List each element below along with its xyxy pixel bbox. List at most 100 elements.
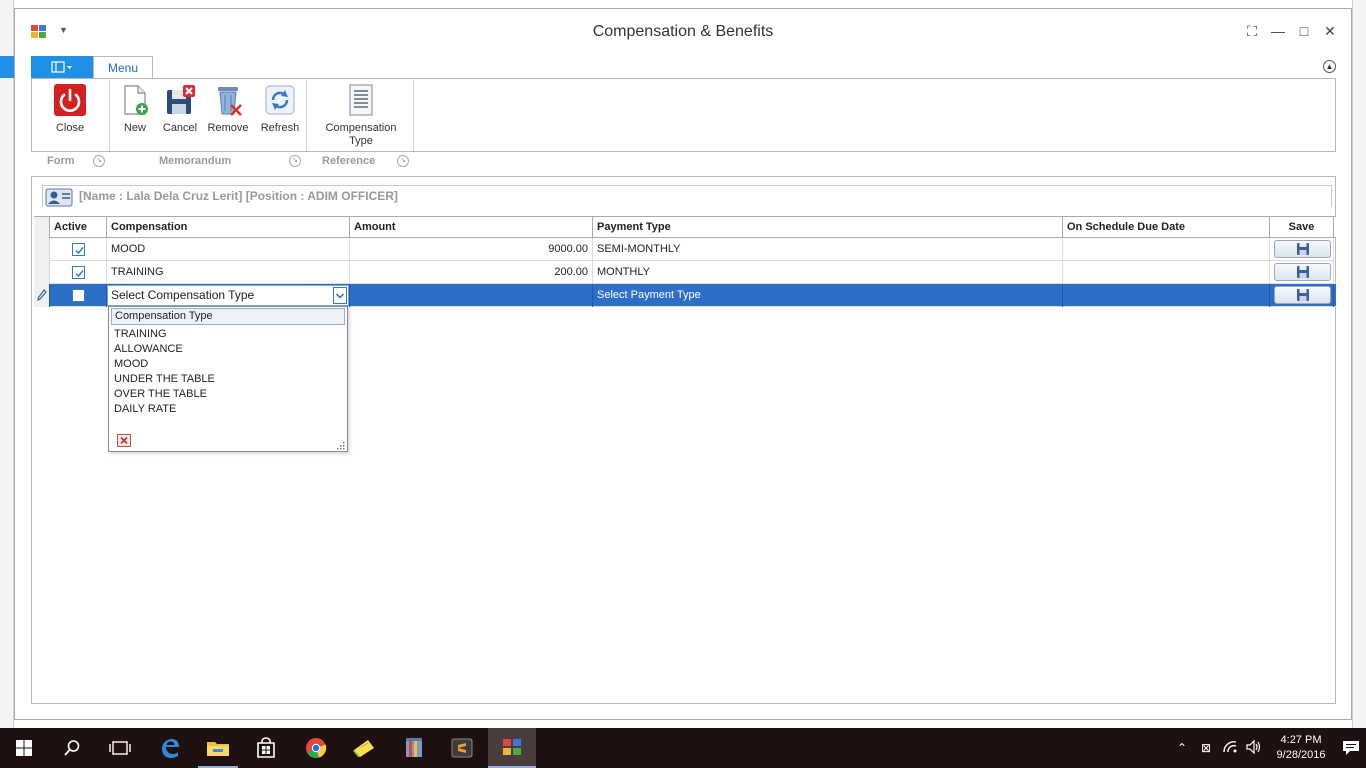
close-button[interactable]: Close <box>46 83 94 135</box>
table-row[interactable]: TRAINING 200.00 MONTHLY <box>34 261 1336 284</box>
active-checkbox[interactable] <box>72 265 85 279</box>
ribbon-group-form: Close <box>32 79 110 151</box>
task-view-button[interactable] <box>96 728 144 768</box>
due-date-cell[interactable] <box>1063 284 1270 307</box>
ribbon-group-labels: Form ↘ Memorandum ↘ Reference ↘ <box>31 153 631 171</box>
maximize-button[interactable]: □ <box>1297 23 1311 39</box>
search-button[interactable] <box>48 728 96 768</box>
table-row[interactable]: MOOD 9000.00 SEMI-MONTHLY <box>34 238 1336 261</box>
dropdown-item[interactable]: DAILY RATE <box>114 402 215 417</box>
task-view-icon <box>109 741 131 755</box>
active-cell[interactable] <box>50 284 107 307</box>
dropdown-list: TRAINING ALLOWANCE MOOD UNDER THE TABLE … <box>114 327 215 417</box>
compensation-combo-text: Select Compensation Type <box>111 288 255 302</box>
amount-cell[interactable] <box>350 284 593 307</box>
active-checkbox[interactable] <box>72 242 85 256</box>
compensation-cell[interactable]: TRAINING <box>107 261 350 284</box>
action-center-button[interactable] <box>1336 740 1366 756</box>
compensation-type-label-line1: Compensation <box>325 122 397 134</box>
new-document-icon <box>118 83 152 117</box>
due-date-cell[interactable] <box>1063 238 1270 261</box>
row-indicator-editing[interactable] <box>34 284 50 307</box>
group-label-form: Form <box>47 155 75 167</box>
wifi-icon[interactable] <box>1218 740 1242 757</box>
background-window-right <box>1352 0 1366 728</box>
memorandum-expand-icon[interactable]: ↘ <box>289 155 301 167</box>
row-indicator-header <box>34 217 50 238</box>
store-bag-icon <box>257 737 275 758</box>
row-save-button[interactable] <box>1274 240 1331 258</box>
fullscreen-icon[interactable]: ⛶ <box>1245 23 1259 39</box>
volume-icon[interactable] <box>1242 739 1266 757</box>
dropdown-item[interactable]: OVER THE TABLE <box>114 387 215 402</box>
active-cell[interactable] <box>50 261 107 284</box>
chrome-button[interactable] <box>292 728 340 768</box>
new-button[interactable]: New <box>118 83 152 135</box>
app-button-compensation[interactable] <box>488 728 536 768</box>
clock-time: 4:27 PM <box>1280 734 1322 746</box>
resize-grip-icon[interactable] <box>335 439 345 450</box>
dropdown-close-button[interactable] <box>117 434 131 447</box>
column-header-save[interactable]: Save <box>1270 217 1334 238</box>
close-window-button[interactable]: ✕ <box>1323 23 1337 39</box>
desktop: ▼ Compensation & Benefits ⛶ — □ ✕ Menu ▲ <box>0 0 1366 728</box>
payment-type-cell[interactable]: SEMI-MONTHLY <box>593 238 1063 261</box>
collapse-ribbon-icon[interactable]: ▲ <box>1323 60 1336 73</box>
minimize-button[interactable]: — <box>1271 23 1285 39</box>
payment-type-cell[interactable]: MONTHLY <box>593 261 1063 284</box>
chevron-up-icon[interactable]: ⌃ <box>1170 741 1194 755</box>
app-menu-icon <box>51 61 72 73</box>
row-indicator[interactable] <box>34 238 50 261</box>
pencil-icon <box>37 289 47 301</box>
new-row[interactable]: Select Compensation Type Select Payment … <box>34 284 1336 307</box>
active-cell[interactable] <box>50 238 107 261</box>
application-menu-button[interactable] <box>31 56 93 78</box>
edge-browser-button[interactable] <box>146 728 194 768</box>
row-save-button[interactable] <box>1274 263 1331 281</box>
dropdown-item[interactable]: MOOD <box>114 357 215 372</box>
amount-cell[interactable]: 9000.00 <box>350 238 593 261</box>
start-button[interactable] <box>0 728 48 768</box>
app-button-sublime[interactable] <box>438 728 486 768</box>
clock[interactable]: 4:27 PM 9/28/2016 <box>1266 733 1336 763</box>
active-checkbox[interactable] <box>72 288 85 302</box>
dropdown-item[interactable]: UNDER THE TABLE <box>114 372 215 387</box>
app-button-archive[interactable] <box>390 728 438 768</box>
compensation-cell[interactable]: MOOD <box>107 238 350 261</box>
reference-expand-icon[interactable]: ↘ <box>397 155 409 167</box>
notes-icon <box>353 740 374 757</box>
column-header-compensation[interactable]: Compensation <box>107 217 350 238</box>
chevron-down-icon[interactable] <box>333 287 347 304</box>
due-date-cell[interactable] <box>1063 261 1270 284</box>
compensation-type-combo[interactable]: Select Compensation Type <box>107 285 349 306</box>
employee-info-text: [Name : Lala Dela Cruz Lerit] [Position … <box>79 189 398 203</box>
file-explorer-button[interactable] <box>194 728 242 768</box>
column-header-active[interactable]: Active <box>50 217 107 238</box>
input-method-icon[interactable]: ⊠ <box>1194 741 1218 755</box>
store-button[interactable] <box>242 728 290 768</box>
cancel-button[interactable]: Cancel <box>160 83 200 135</box>
tab-menu[interactable]: Menu <box>93 56 153 79</box>
title-bar: ▼ Compensation & Benefits ⛶ — □ ✕ <box>15 9 1351 55</box>
column-header-payment-type[interactable]: Payment Type <box>593 217 1063 238</box>
payment-type-cell[interactable]: Select Payment Type <box>593 284 1063 307</box>
compensation-type-button[interactable]: Compensation Type <box>321 83 401 148</box>
amount-cell[interactable]: 200.00 <box>350 261 593 284</box>
refresh-button[interactable]: Refresh <box>258 83 302 135</box>
row-save-button[interactable] <box>1274 286 1331 304</box>
remove-button[interactable]: Remove <box>206 83 250 135</box>
save-cell <box>1270 238 1334 261</box>
ribbon-group-memorandum: New Cancel Remove Refresh <box>110 79 307 151</box>
row-indicator[interactable] <box>34 261 50 284</box>
taskbar: ⌃ ⊠ 4:27 PM 9/28/2016 <box>0 728 1366 768</box>
compensation-cell[interactable]: Select Compensation Type <box>107 284 350 307</box>
dropdown-item[interactable]: ALLOWANCE <box>114 342 215 357</box>
remove-label: Remove <box>207 122 249 134</box>
form-expand-icon[interactable]: ↘ <box>93 155 105 167</box>
notification-icon <box>1343 741 1359 755</box>
dropdown-item[interactable]: TRAINING <box>114 327 215 342</box>
compensation-grid: Active Compensation Amount Payment Type … <box>34 216 1336 307</box>
column-header-due-date[interactable]: On Schedule Due Date <box>1063 217 1270 238</box>
app-button-notes[interactable] <box>340 728 388 768</box>
column-header-amount[interactable]: Amount <box>350 217 593 238</box>
